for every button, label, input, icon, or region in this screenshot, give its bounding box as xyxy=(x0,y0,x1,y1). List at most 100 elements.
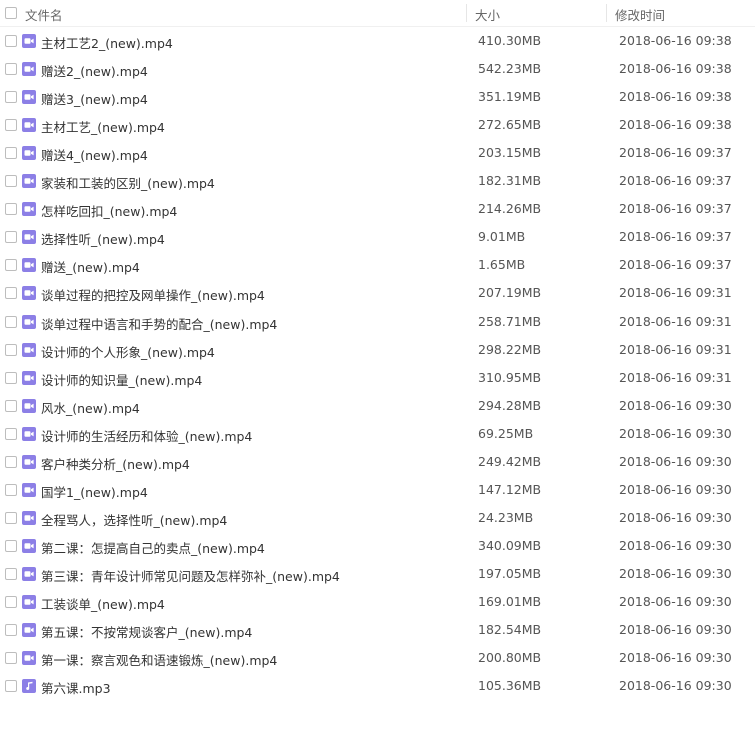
file-name[interactable]: 怎样吃回扣_(new).mp4 xyxy=(41,201,177,220)
file-row[interactable]: 主材工艺_(new).mp4 272.65MB 2018-06-16 09:38 xyxy=(0,111,755,139)
file-modified-time: 2018-06-16 09:30 xyxy=(619,509,732,525)
file-name[interactable]: 赠送_(new).mp4 xyxy=(41,257,140,276)
file-row[interactable]: 设计师的生活经历和体验_(new).mp4 69.25MB 2018-06-16 0… xyxy=(0,420,755,448)
row-checkbox[interactable] xyxy=(5,511,17,524)
row-checkbox[interactable] xyxy=(5,91,17,104)
file-size: 169.01MB xyxy=(478,594,542,609)
row-checkbox[interactable] xyxy=(5,119,17,132)
row-checkbox[interactable] xyxy=(5,147,17,160)
row-checkbox[interactable] xyxy=(5,203,17,216)
file-name[interactable]: 赠送2_(new).mp4 xyxy=(41,61,148,80)
row-checkbox[interactable] xyxy=(5,483,17,496)
row-checkbox[interactable] xyxy=(5,567,17,580)
file-name[interactable]: 第一课：察言观色和语速锻炼_(new).mp4 xyxy=(41,650,277,669)
file-row[interactable]: 设计师的知识量_(new).mp4 310.95MB 2018-06-16 09:3… xyxy=(0,364,755,392)
file-size: 69.25MB xyxy=(478,425,534,441)
file-name[interactable]: 赠送3_(new).mp4 xyxy=(41,89,148,108)
file-modified-time: 2018-06-16 09:37 xyxy=(619,173,732,189)
file-name[interactable]: 第三课：青年设计师常见问题及怎样弥补_(new).mp4 xyxy=(41,566,340,585)
row-checkbox[interactable] xyxy=(5,287,17,300)
file-size: 542.23MB xyxy=(478,61,542,77)
video-icon xyxy=(22,34,36,48)
row-checkbox[interactable] xyxy=(5,175,17,188)
row-checkbox[interactable] xyxy=(5,427,17,440)
file-row[interactable]: 谈单过程中语言和手势的配合_(new).mp4 258.71MB 2018-06-1… xyxy=(0,308,755,336)
file-row[interactable]: 第三课：青年设计师常见问题及怎样弥补_(new).mp4 197.05MB 2018… xyxy=(0,560,755,588)
row-checkbox[interactable] xyxy=(5,539,17,552)
row-checkbox[interactable] xyxy=(5,315,17,328)
video-icon xyxy=(22,426,36,441)
file-row[interactable]: 风水_(new).mp4 294.28MB 2018-06-16 09:30 xyxy=(0,392,755,420)
row-checkbox[interactable] xyxy=(5,259,17,272)
video-icon xyxy=(22,651,36,666)
file-name[interactable]: 设计师的生活经历和体验_(new).mp4 xyxy=(41,426,252,445)
file-row[interactable]: 选择性听_(new).mp4 9.01MB 2018-06-16 09:37 xyxy=(0,223,755,251)
file-size: 298.22MB xyxy=(478,341,542,357)
file-name[interactable]: 第五课：不按常规谈客户_(new).mp4 xyxy=(41,622,252,641)
file-name[interactable]: 谈单过程中语言和手势的配合_(new).mp4 xyxy=(41,314,277,333)
column-header-modified[interactable]: 修改时间 xyxy=(615,5,665,24)
file-name[interactable]: 主材工艺2_(new).mp4 xyxy=(41,33,173,52)
file-size: 9.01MB xyxy=(478,229,526,245)
file-name[interactable]: 国学1_(new).mp4 xyxy=(41,482,148,501)
file-name[interactable]: 全程骂人，选择性听_(new).mp4 xyxy=(41,510,227,529)
file-name[interactable]: 谈单过程的把控及网单操作_(new).mp4 xyxy=(41,285,265,304)
file-row[interactable]: 工装谈单_(new).mp4 169.01MB 2018-06-16 09:30 xyxy=(0,588,755,616)
file-modified-time: 2018-06-16 09:30 xyxy=(619,481,732,497)
row-checkbox[interactable] xyxy=(5,680,17,693)
file-row[interactable]: 谈单过程的把控及网单操作_(new).mp4 207.19MB 2018-06-16… xyxy=(0,279,755,307)
row-checkbox[interactable] xyxy=(5,399,17,412)
file-name[interactable]: 设计师的知识量_(new).mp4 xyxy=(41,370,202,389)
file-name[interactable]: 风水_(new).mp4 xyxy=(41,398,140,417)
row-checkbox[interactable] xyxy=(5,624,17,637)
column-divider[interactable] xyxy=(466,4,467,22)
file-name[interactable]: 设计师的个人形象_(new).mp4 xyxy=(41,342,215,361)
column-divider[interactable] xyxy=(606,4,607,22)
file-name[interactable]: 赠送4_(new).mp4 xyxy=(41,145,148,164)
video-icon xyxy=(22,90,36,105)
file-row[interactable]: 全程骂人，选择性听_(new).mp4 24.23MB 2018-06-16 09:… xyxy=(0,504,755,532)
file-row[interactable]: 设计师的个人形象_(new).mp4 298.22MB 2018-06-16 09:… xyxy=(0,336,755,364)
file-size: 310.95MB xyxy=(478,369,542,385)
video-icon xyxy=(22,510,36,525)
file-name[interactable]: 主材工艺_(new).mp4 xyxy=(41,117,165,136)
file-modified-time: 2018-06-16 09:30 xyxy=(619,397,732,413)
file-row[interactable]: 客户种类分析_(new).mp4 249.42MB 2018-06-16 09:30 xyxy=(0,448,755,476)
file-row[interactable]: 赠送_(new).mp4 1.65MB 2018-06-16 09:37 xyxy=(0,251,755,279)
file-name[interactable]: 选择性听_(new).mp4 xyxy=(41,229,165,248)
file-name[interactable]: 客户种类分析_(new).mp4 xyxy=(41,454,190,473)
file-row[interactable]: 赠送2_(new).mp4 542.23MB 2018-06-16 09:38 xyxy=(0,55,755,83)
file-size: 258.71MB xyxy=(478,313,542,329)
row-checkbox[interactable] xyxy=(5,596,17,608)
row-checkbox[interactable] xyxy=(5,35,17,47)
file-row[interactable]: 第一课：察言观色和语速锻炼_(new).mp4 200.80MB 2018-06-1… xyxy=(0,644,755,672)
file-modified-time: 2018-06-16 09:38 xyxy=(619,117,732,133)
file-row[interactable]: 第六课.mp3 105.36MB 2018-06-16 09:30 xyxy=(0,672,755,700)
file-name[interactable]: 家装和工装的区别_(new).mp4 xyxy=(41,173,215,192)
row-checkbox[interactable] xyxy=(5,652,17,665)
video-icon xyxy=(22,314,36,329)
file-row[interactable]: 第五课：不按常规谈客户_(new).mp4 182.54MB 2018-06-16 … xyxy=(0,616,755,644)
file-name[interactable]: 工装谈单_(new).mp4 xyxy=(41,594,165,613)
file-size: 197.05MB xyxy=(478,565,542,581)
file-row[interactable]: 第二课：怎提高自己的卖点_(new).mp4 340.09MB 2018-06-16… xyxy=(0,532,755,560)
column-header-name[interactable]: 文件名 xyxy=(25,5,63,24)
row-checkbox[interactable] xyxy=(5,371,17,384)
file-modified-time: 2018-06-16 09:30 xyxy=(619,425,732,441)
row-checkbox[interactable] xyxy=(5,343,17,356)
file-row[interactable]: 国学1_(new).mp4 147.12MB 2018-06-16 09:30 xyxy=(0,476,755,504)
file-row[interactable]: 怎样吃回扣_(new).mp4 214.26MB 2018-06-16 09:37 xyxy=(0,195,755,223)
file-row[interactable]: 家装和工装的区别_(new).mp4 182.31MB 2018-06-16 09:… xyxy=(0,167,755,195)
row-checkbox[interactable] xyxy=(5,63,17,76)
file-row[interactable]: 主材工艺2_(new).mp4 410.30MB 2018-06-16 09:38 xyxy=(0,27,755,55)
file-row[interactable]: 赠送3_(new).mp4 351.19MB 2018-06-16 09:38 xyxy=(0,83,755,111)
file-name[interactable]: 第二课：怎提高自己的卖点_(new).mp4 xyxy=(41,538,265,557)
file-modified-time: 2018-06-16 09:30 xyxy=(619,537,732,553)
row-checkbox[interactable] xyxy=(5,455,17,468)
row-checkbox[interactable] xyxy=(5,231,17,244)
select-all-checkbox[interactable] xyxy=(5,7,17,19)
column-header-size[interactable]: 大小 xyxy=(475,5,500,24)
file-row[interactable]: 赠送4_(new).mp4 203.15MB 2018-06-16 09:37 xyxy=(0,139,755,167)
file-size: 1.65MB xyxy=(478,257,526,273)
file-name[interactable]: 第六课.mp3 xyxy=(41,678,111,697)
